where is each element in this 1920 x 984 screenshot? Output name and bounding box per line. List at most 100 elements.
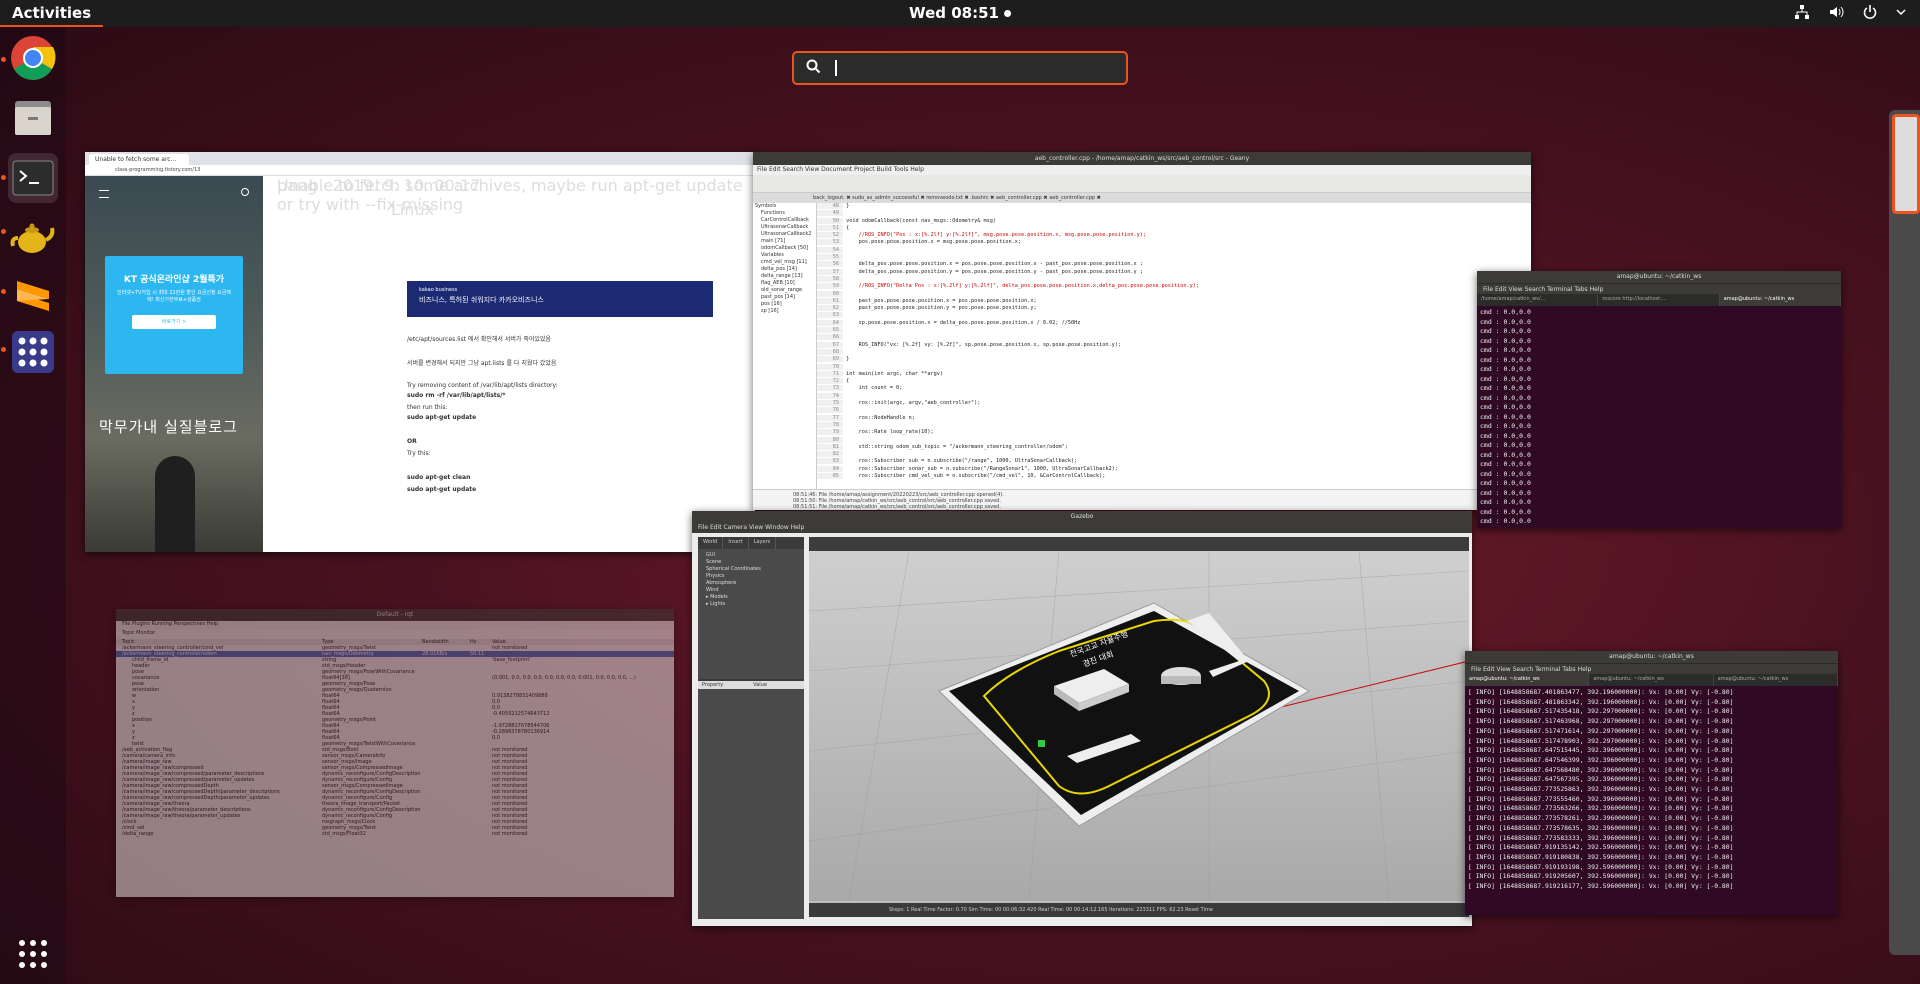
code-line[interactable]: 69 } [817,356,1531,363]
search-input[interactable] [839,60,1109,76]
code-line[interactable]: 73 int count = 0; [817,385,1531,392]
code-line[interactable]: 68 [817,348,1531,356]
code-line[interactable]: 48 } [817,203,1531,210]
symbol-item[interactable]: cmd_vel_msg [11] [753,259,816,266]
world-tree-item[interactable]: Scene [706,559,796,566]
browser-tab[interactable]: Unable to fetch some arc... [89,154,189,165]
kakao-banner[interactable]: kakao business 비즈니스, 특허된 쉬워지다 카카오비즈니스 [407,281,713,317]
tab-insert[interactable]: Insert [723,537,749,549]
code-line[interactable]: 58 [817,275,1531,283]
code-line[interactable]: 66 [817,334,1531,341]
network-icon[interactable] [1794,4,1810,24]
terminal-output[interactable]: cmd : 0.0,0.0 cmd : 0.0,0.0 cmd : 0.0,0.0 c… [1477,306,1841,528]
code-line[interactable]: 80 [817,436,1531,444]
terminal-output[interactable]: [ INFO] [1648858687.401863477, 392.19600… [1465,686,1838,894]
symbol-item[interactable]: main [71] [753,238,816,245]
world-tree-item[interactable]: Atmosphere [706,580,796,587]
terminal-tab[interactable]: amap@ubuntu: ~/catkin_ws [1719,294,1841,306]
symbol-item[interactable]: sp [16] [753,308,816,315]
code-line[interactable]: 51 { [817,224,1531,232]
code-line[interactable]: 76 [817,407,1531,414]
symbol-item[interactable]: Functions [753,210,816,217]
robot-car[interactable] [1038,740,1045,747]
topic-table[interactable]: Topic Type Bandwidth Hz Value/ackermann_stee… [116,639,674,837]
terminal-tab[interactable]: roscore http://localhost:... [1598,294,1720,306]
world-tree-item[interactable]: Spherical Coordinates [706,566,796,573]
code-line[interactable]: 70 [817,363,1531,371]
terminal-menu[interactable]: File Edit View Search Terminal Tabs Help [1465,663,1838,674]
workspace-thumbnail[interactable] [1892,114,1920,214]
show-apps-icon[interactable] [8,929,58,979]
world-tree-item[interactable]: ▸ Lights [706,601,796,608]
code-line[interactable]: 83 ros::Subscriber sub = n.subscribe("/r… [817,458,1531,465]
code-line[interactable]: 55 [817,254,1531,261]
system-tray[interactable] [1794,4,1906,24]
code-line[interactable]: 67 ROS_INFO("vx: [%.2f] vy: [%.2f]", sp.… [817,341,1531,349]
activities-button[interactable]: Activities [0,0,104,27]
symbol-item[interactable]: pos [16] [753,301,816,308]
code-line[interactable]: 84 ros::Subscriber sonar_sub = n.subscri… [817,465,1531,473]
world-tree-item[interactable]: Physics [706,573,796,580]
terminal-window-vx[interactable]: amap@ubuntu: ~/catkin_ws File Edit View … [1465,651,1838,915]
code-line[interactable]: 50 void odomCallback(const nav_msgs::Odo… [817,217,1531,225]
simulation-viewport[interactable]: 전국고교 자율주행 경진 대회 [809,537,1469,915]
rqt-window[interactable]: Default - rqt File Plugins Running Persp… [116,609,674,897]
code-line[interactable]: 79 ros::Rate loop_rate(10); [817,429,1531,436]
symbol-item[interactable]: delta_range [13] [753,273,816,280]
code-line[interactable]: 82 [817,451,1531,458]
code-line[interactable]: 59 //ROS_INFO("Delta Pos : x:[%.2lf] y:[… [817,283,1531,290]
code-line[interactable]: 60 [817,290,1531,298]
apps-grid-icon[interactable] [8,327,58,377]
code-line[interactable]: 72 { [817,378,1531,385]
code-line[interactable]: 62 past_pos.pose.pose.position.y = pos.p… [817,305,1531,312]
code-line[interactable]: 75 ros::init(argc, argv,"aeb_controller"… [817,400,1531,407]
symbol-item[interactable]: flag_AEB [10] [753,280,816,287]
teapot-icon[interactable] [8,211,58,261]
code-line[interactable]: 54 [817,246,1531,254]
gazebo-toolbar[interactable] [809,537,1469,551]
search-bar[interactable] [792,51,1128,85]
rqt-menu[interactable]: File Plugins Running Perspectives Help [116,621,674,630]
symbol-item[interactable]: UltrasonarCallback2 [753,231,816,238]
geany-menu[interactable]: File Edit Search View Document Project B… [753,165,1531,175]
terminal-tab[interactable]: amap@ubuntu: ~/catkin_ws [1589,674,1714,686]
workspace-switcher[interactable] [1889,110,1920,955]
ad-banner[interactable]: KT 공식온라인샵 2월특가 인터넷+TV가입 시 최대 22만원 할인 요금신… [105,256,243,374]
code-line[interactable]: 57 delta_pos.pose.pose.position.y = pos.… [817,268,1531,276]
chrome-icon[interactable] [8,33,58,83]
code-line[interactable]: 56 delta_pos.pose.pose.position.x = pos.… [817,261,1531,268]
terminal-menu[interactable]: File Edit View Search Terminal Tabs Help [1477,283,1841,294]
code-line[interactable]: 52 //ROS_INFO("Pos : x:[%.2lf] y:[%.2lf]… [817,232,1531,239]
tab-world[interactable]: World [698,537,724,549]
terminal-tab[interactable]: amap@ubuntu: ~/catkin_ws [1465,674,1590,686]
code-line[interactable]: 81 std::string odom_sub_topic = "/ackerm… [817,443,1531,451]
symbol-item[interactable]: CarControlCallback [753,217,816,224]
code-line[interactable]: 53 pos.pose.pose.position.x = msg.pose.p… [817,239,1531,246]
code-line[interactable]: 85 ros::Subscriber cmd_vel_sub = n.subsc… [817,472,1531,480]
world-tree[interactable]: GUI Scene Spherical Coordinates Physics Atmo… [698,549,804,679]
chevron-down-icon[interactable] [1896,4,1906,24]
code-line[interactable]: 78 [817,421,1531,429]
code-line[interactable]: 49 [817,210,1531,217]
clock[interactable]: Wed 08:51 [909,4,1011,22]
url-bar[interactable]: class-programming.tistory.com/13 [85,165,755,176]
geany-tabs[interactable]: back_logout. ✖ sudo_as_admin_successful … [753,193,1531,203]
files-icon[interactable] [8,93,58,143]
volume-icon[interactable] [1828,4,1844,24]
search-icon[interactable] [241,188,249,196]
code-line[interactable]: 74 [817,392,1531,400]
code-editor[interactable]: 48 } 49 50 void odomCallback(const nav_ms… [817,203,1531,489]
world-tree-item[interactable]: Wind [706,587,796,594]
code-line[interactable]: 71 int main(int argc, char **argv) [817,370,1531,378]
code-line[interactable]: 64 sp.pose.pose.position.x = delta_pos.p… [817,319,1531,327]
browser-window[interactable]: Unable to fetch some arc... class-progra… [85,152,755,552]
code-line[interactable]: 61 past_pos.pose.pose.position.x = pos.p… [817,297,1531,305]
code-line[interactable]: 77 ros::NodeHandle n; [817,414,1531,422]
symbol-item[interactable]: past_pos [14] [753,294,816,301]
symbol-item[interactable]: old_sonar_range [753,287,816,294]
geany-toolbar[interactable] [753,175,1531,193]
terminal-window-cmd[interactable]: amap@ubuntu: ~/catkin_ws File Edit View … [1477,271,1841,528]
symbol-item[interactable]: Symbols [753,203,816,210]
symbols-panel[interactable]: Symbols Functions CarControlCallback Ultras… [753,203,817,489]
table-row[interactable]: /delta_range std_msgs/Float32 not monitore… [116,831,674,837]
